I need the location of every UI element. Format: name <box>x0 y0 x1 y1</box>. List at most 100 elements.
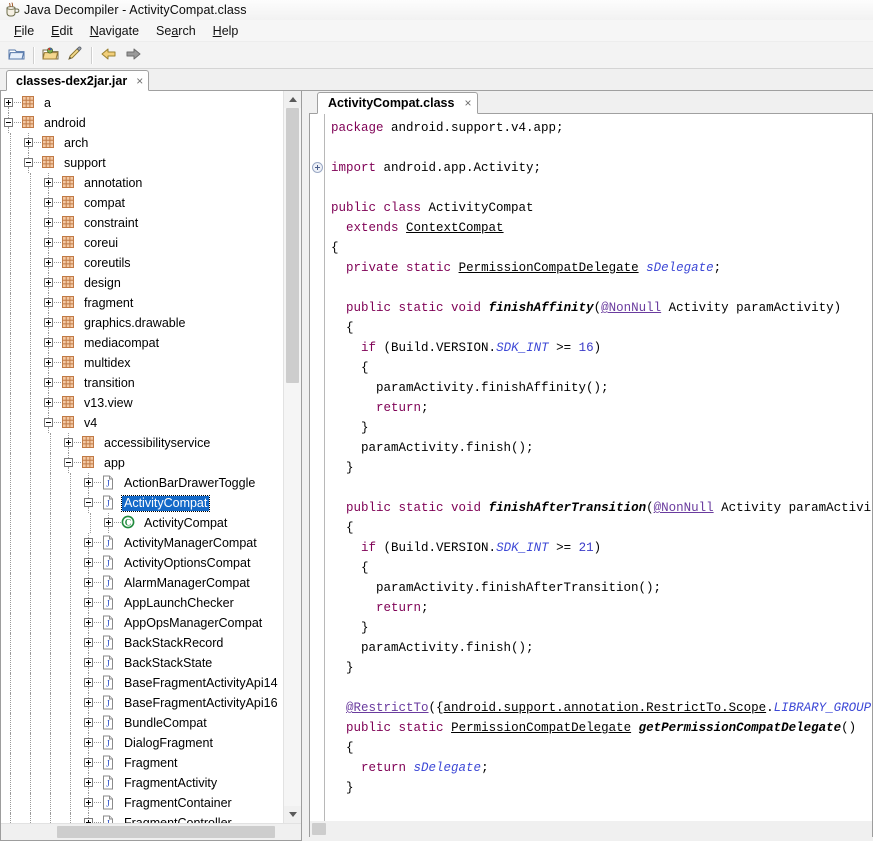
tree-expand-toggle[interactable] <box>1 113 21 133</box>
tree-expand-toggle[interactable] <box>21 133 41 153</box>
tree-node-basefragmentactivityapi16[interactable]: J BaseFragmentActivityApi16 <box>1 693 283 713</box>
tree-expand-toggle[interactable] <box>41 253 61 273</box>
navigate-back-button[interactable] <box>97 44 121 66</box>
tree-node-activitymanagercompat[interactable]: J ActivityManagerCompat <box>1 533 283 553</box>
open-recent-button[interactable] <box>39 44 63 66</box>
tree-expand-toggle[interactable] <box>81 613 101 633</box>
tree-node-bundlecompat[interactable]: J BundleCompat <box>1 713 283 733</box>
tree-expand-toggle[interactable] <box>81 593 101 613</box>
tree-node-fragmentactivity[interactable]: J FragmentActivity <box>1 773 283 793</box>
tree-expand-toggle[interactable] <box>101 513 121 533</box>
tree-expand-toggle[interactable] <box>81 653 101 673</box>
tree-horizontal-scrollbar[interactable] <box>1 823 301 840</box>
menu-navigate[interactable]: Navigate <box>82 22 148 40</box>
fold-gutter[interactable] <box>310 114 325 821</box>
tree-node-a[interactable]: a <box>1 93 283 113</box>
tree-expand-toggle[interactable] <box>61 433 81 453</box>
tree-node-basefragmentactivityapi14[interactable]: J BaseFragmentActivityApi14 <box>1 673 283 693</box>
save-decompiled-button[interactable] <box>63 44 87 66</box>
tree-node-activityoptionscompat[interactable]: J ActivityOptionsCompat <box>1 553 283 573</box>
scroll-down-button[interactable] <box>284 806 301 823</box>
tree-expand-toggle[interactable] <box>81 693 101 713</box>
navigate-forward-button[interactable] <box>121 44 145 66</box>
tree-expand-toggle[interactable] <box>41 233 61 253</box>
tree-expand-toggle[interactable] <box>81 553 101 573</box>
tree-node-app[interactable]: app <box>1 453 283 473</box>
tree-vertical-scrollbar[interactable] <box>283 91 301 823</box>
tree-expand-toggle[interactable] <box>81 573 101 593</box>
tree-node-applaunchchecker[interactable]: J AppLaunchChecker <box>1 593 283 613</box>
tree-node-v13-view[interactable]: v13.view <box>1 393 283 413</box>
tree-scroll-track[interactable] <box>284 108 301 806</box>
tree-expand-toggle[interactable] <box>1 93 21 113</box>
tree-expand-toggle[interactable] <box>41 333 61 353</box>
tree-expand-toggle[interactable] <box>41 193 61 213</box>
tree-node-fragmentcontainer[interactable]: J FragmentContainer <box>1 793 283 813</box>
tree-node-fragmentcontroller[interactable]: J FragmentController <box>1 813 283 823</box>
close-icon[interactable]: × <box>136 75 143 87</box>
tree-expand-toggle[interactable] <box>81 493 101 513</box>
tree-node-activitycompat[interactable]: C ActivityCompat <box>1 513 283 533</box>
jar-tab-classes-dex2jar[interactable]: classes-dex2jar.jar × <box>6 70 150 91</box>
menu-search[interactable]: Search <box>148 22 205 40</box>
tree-expand-toggle[interactable] <box>41 393 61 413</box>
tree-node-constraint[interactable]: constraint <box>1 213 283 233</box>
tree-node-coreutils[interactable]: coreutils <box>1 253 283 273</box>
tree-node-actionbardrawertoggle[interactable]: J ActionBarDrawerToggle <box>1 473 283 493</box>
code-tab-activitycompat[interactable]: ActivityCompat.class × <box>317 92 479 114</box>
tree-expand-toggle[interactable] <box>81 773 101 793</box>
tree-node-arch[interactable]: arch <box>1 133 283 153</box>
fold-expand-icon[interactable] <box>312 162 323 173</box>
tree-expand-toggle[interactable] <box>41 313 61 333</box>
tree-node-android[interactable]: android <box>1 113 283 133</box>
tree-expand-toggle[interactable] <box>81 633 101 653</box>
tree-node-accessibilityservice[interactable]: accessibilityservice <box>1 433 283 453</box>
tree-node-fragment[interactable]: fragment <box>1 293 283 313</box>
tree-node-alarmmanagercompat[interactable]: J AlarmManagerCompat <box>1 573 283 593</box>
editor-horizontal-scrollbar[interactable] <box>309 821 873 837</box>
tree-node-transition[interactable]: transition <box>1 373 283 393</box>
tree-expand-toggle[interactable] <box>81 733 101 753</box>
tree-expand-toggle[interactable] <box>41 353 61 373</box>
tree-expand-toggle[interactable] <box>81 793 101 813</box>
close-icon[interactable]: × <box>464 97 471 109</box>
tree-node-backstackstate[interactable]: J BackStackState <box>1 653 283 673</box>
tree-node-support[interactable]: support <box>1 153 283 173</box>
tree-expand-toggle[interactable] <box>21 153 41 173</box>
tree-expand-toggle[interactable] <box>81 813 101 823</box>
tree-expand-toggle[interactable] <box>41 173 61 193</box>
tree-node-dialogfragment[interactable]: J DialogFragment <box>1 733 283 753</box>
tree-node-mediacompat[interactable]: mediacompat <box>1 333 283 353</box>
menu-help[interactable]: Help <box>205 22 248 40</box>
split-divider[interactable] <box>302 91 309 841</box>
tree-expand-toggle[interactable] <box>81 533 101 553</box>
tree-node-graphics-drawable[interactable]: graphics.drawable <box>1 313 283 333</box>
tree-expand-toggle[interactable] <box>41 293 61 313</box>
scroll-up-button[interactable] <box>284 91 301 108</box>
tree-node-design[interactable]: design <box>1 273 283 293</box>
tree-expand-toggle[interactable] <box>81 713 101 733</box>
tree-node-multidex[interactable]: multidex <box>1 353 283 373</box>
tree-node-fragment[interactable]: J Fragment <box>1 753 283 773</box>
tree-expand-toggle[interactable] <box>41 213 61 233</box>
editor-hscroll-thumb[interactable] <box>312 823 326 835</box>
tree-node-appopsmanagercompat[interactable]: J AppOpsManagerCompat <box>1 613 283 633</box>
tree-scroll-area[interactable]: a android arch support annotation compat const… <box>1 91 283 823</box>
menu-file[interactable]: File <box>6 22 43 40</box>
tree-expand-toggle[interactable] <box>81 753 101 773</box>
tree-hscroll-thumb[interactable] <box>57 826 275 838</box>
menu-edit[interactable]: Edit <box>43 22 82 40</box>
tree-expand-toggle[interactable] <box>61 453 81 473</box>
tree-node-activitycompat[interactable]: J ActivityCompat <box>1 493 283 513</box>
tree-expand-toggle[interactable] <box>41 273 61 293</box>
tree-expand-toggle[interactable] <box>81 473 101 493</box>
tree-expand-toggle[interactable] <box>81 673 101 693</box>
source-code-view[interactable]: package android.support.v4.app; import a… <box>325 114 872 821</box>
tree-expand-toggle[interactable] <box>41 413 61 433</box>
tree-node-annotation[interactable]: annotation <box>1 173 283 193</box>
open-file-button[interactable] <box>5 44 29 66</box>
tree-node-v4[interactable]: v4 <box>1 413 283 433</box>
tree-node-backstackrecord[interactable]: J BackStackRecord <box>1 633 283 653</box>
tree-node-compat[interactable]: compat <box>1 193 283 213</box>
tree-expand-toggle[interactable] <box>41 373 61 393</box>
